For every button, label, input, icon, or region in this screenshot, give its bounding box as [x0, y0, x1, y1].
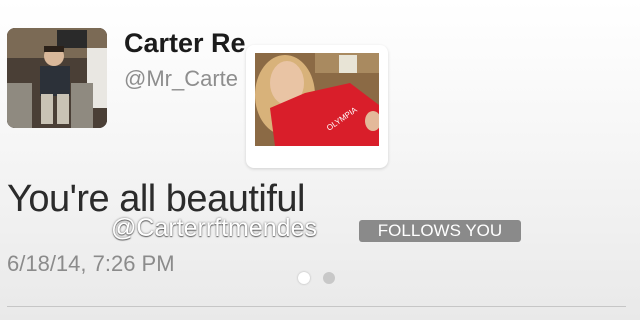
divider	[7, 306, 626, 307]
profile-avatar[interactable]	[7, 28, 107, 128]
page-dot-active[interactable]	[298, 272, 310, 284]
page-dot-inactive[interactable]	[323, 272, 335, 284]
overlay-handle[interactable]: @Carterrftmendes	[111, 214, 317, 243]
selfie-photo: OLYMPIA	[255, 53, 379, 146]
popup-photo[interactable]: OLYMPIA	[255, 53, 379, 146]
avatar-photo	[7, 28, 107, 128]
follows-you-badge: FOLLOWS YOU	[359, 220, 521, 242]
profile-display-name[interactable]: Carter Re	[124, 28, 246, 59]
photo-popup-card[interactable]: OLYMPIA	[246, 45, 388, 168]
tweet-timestamp: 6/18/14, 7:26 PM	[7, 251, 175, 276]
profile-handle[interactable]: @Mr_Carte	[124, 66, 238, 92]
